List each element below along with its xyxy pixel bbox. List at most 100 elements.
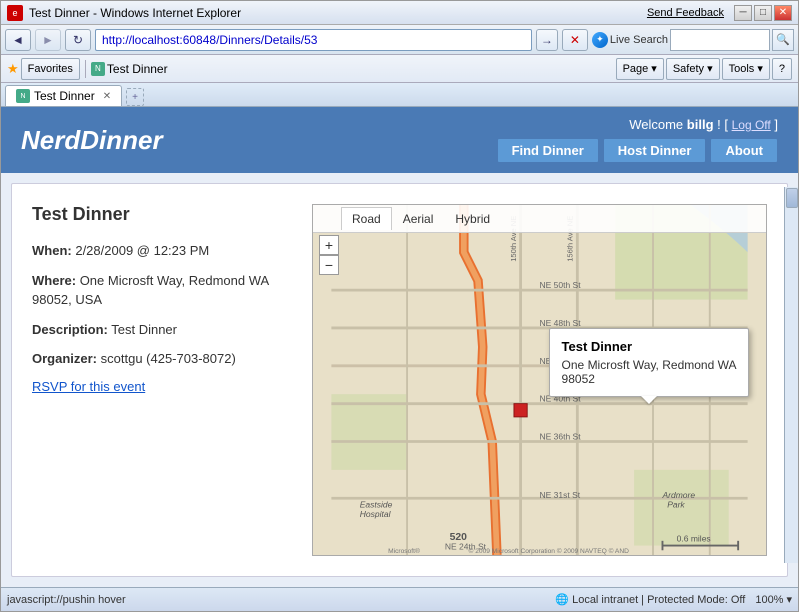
svg-text:NE 36th St: NE 36th St xyxy=(540,432,582,442)
description-field: Description: Test Dinner xyxy=(32,320,292,340)
svg-text:NE 50th St: NE 50th St xyxy=(540,280,582,290)
search-input[interactable] xyxy=(670,29,770,51)
map-tab-aerial[interactable]: Aerial xyxy=(392,207,445,231)
organizer-label: Organizer: xyxy=(32,351,97,366)
page-button[interactable]: Page ▾ xyxy=(616,58,664,80)
go-button[interactable]: → xyxy=(536,29,558,51)
tools-button[interactable]: Tools ▾ xyxy=(722,58,770,80)
toolbar-separator xyxy=(85,60,86,78)
description-label: Description: xyxy=(32,322,108,337)
window-controls: ─ □ ✕ xyxy=(734,5,792,21)
scrollbar[interactable] xyxy=(784,187,798,563)
search-button[interactable]: 🔍 xyxy=(772,29,794,51)
zone-info: 🌐 Local intranet | Protected Mode: Off xyxy=(555,593,745,606)
organizer-value: scottgu (425-703-8072) xyxy=(101,351,236,366)
svg-text:Microsoft®: Microsoft® xyxy=(388,547,420,555)
search-container: ✦ Live Search 🔍 xyxy=(592,29,794,51)
welcome-suffix: ! [ xyxy=(717,117,728,132)
minimize-button[interactable]: ─ xyxy=(734,5,752,21)
zone-text: Local intranet | Protected Mode: Off xyxy=(572,594,745,606)
svg-text:0.6 miles: 0.6 miles xyxy=(677,534,711,544)
status-right: 🌐 Local intranet | Protected Mode: Off 1… xyxy=(555,593,792,606)
tab-title: Test Dinner xyxy=(34,89,95,103)
zoom-level: 100% ▾ xyxy=(755,593,792,606)
find-dinner-button[interactable]: Find Dinner xyxy=(497,138,599,163)
svg-text:Ardmore: Ardmore xyxy=(661,490,695,500)
tab-bar: N Test Dinner ✕ + xyxy=(1,83,798,107)
tab-favicon: N xyxy=(91,62,105,76)
svg-text:© 2009 Microsoft Corporation: © 2009 Microsoft Corporation © 2009 NAVT… xyxy=(469,547,630,555)
tab-close-icon[interactable]: ✕ xyxy=(103,91,111,102)
site-body: Test Dinner When: 2/28/2009 @ 12:23 PM W… xyxy=(1,173,798,587)
safety-button[interactable]: Safety ▾ xyxy=(666,58,720,80)
url-text: http://localhost:60848/Dinners/Details/5… xyxy=(102,33,317,47)
forward-button[interactable]: ► xyxy=(35,29,61,51)
site-title: NerdDinner xyxy=(21,125,163,156)
favorites-button[interactable]: Favorites xyxy=(21,58,80,80)
status-bar: javascript://pushin hover 🌐 Local intran… xyxy=(1,587,798,611)
svg-text:NE 31st St: NE 31st St xyxy=(540,490,581,500)
popup-title: Test Dinner xyxy=(562,339,737,354)
browser-icon: e xyxy=(7,5,23,21)
username-text: billg xyxy=(687,117,714,132)
live-search-label: Live Search xyxy=(610,34,668,46)
svg-text:Eastside: Eastside xyxy=(360,500,393,510)
content-area: Test Dinner When: 2/28/2009 @ 12:23 PM W… xyxy=(11,183,788,577)
close-button[interactable]: ✕ xyxy=(774,5,792,21)
status-text: javascript://pushin hover xyxy=(7,594,547,606)
where-field: Where: One Microsft Way, Redmond WA 9805… xyxy=(32,271,292,310)
svg-text:Park: Park xyxy=(667,500,685,510)
help-button[interactable]: ? xyxy=(772,58,792,80)
tab-label: Test Dinner xyxy=(107,62,168,76)
maximize-button[interactable]: □ xyxy=(754,5,772,21)
where-label: Where: xyxy=(32,273,76,288)
favorites-star-icon: ★ xyxy=(7,61,19,77)
description-value: Test Dinner xyxy=(111,322,177,337)
popup-tail xyxy=(641,396,657,404)
dinner-info: Test Dinner When: 2/28/2009 @ 12:23 PM W… xyxy=(32,204,292,556)
header-right: Welcome billg ! [ Log Off ] Find Dinner … xyxy=(497,117,778,163)
browser-tab-active[interactable]: N Test Dinner ✕ xyxy=(5,85,122,106)
browser-frame: e Test Dinner - Windows Internet Explore… xyxy=(0,0,799,612)
new-tab-button[interactable]: + xyxy=(126,88,144,106)
when-value: 2/28/2009 @ 12:23 PM xyxy=(75,243,209,258)
page-content: NerdDinner Welcome billg ! [ Log Off ] F… xyxy=(1,107,798,587)
browser-toolbar: ★ Favorites N Test Dinner Page ▾ Safety … xyxy=(1,55,798,83)
popup-address-1: One Microsft Way, Redmond WA xyxy=(562,358,737,372)
logoff-bracket: ] xyxy=(774,117,778,132)
address-bar[interactable]: http://localhost:60848/Dinners/Details/5… xyxy=(95,29,532,51)
svg-text:Hospital: Hospital xyxy=(360,509,392,519)
zoom-out-button[interactable]: − xyxy=(319,255,339,275)
svg-text:NE 48th St: NE 48th St xyxy=(540,318,582,328)
send-feedback-link[interactable]: Send Feedback xyxy=(647,7,724,19)
welcome-prefix: Welcome xyxy=(629,117,683,132)
rsvp-link[interactable]: RSVP for this event xyxy=(32,379,292,394)
map-zoom-controls: + − xyxy=(319,235,339,275)
organizer-field: Organizer: scottgu (425-703-8072) xyxy=(32,349,292,369)
host-dinner-button[interactable]: Host Dinner xyxy=(603,138,707,163)
when-field: When: 2/28/2009 @ 12:23 PM xyxy=(32,241,292,261)
logoff-link[interactable]: Log Off xyxy=(732,118,771,132)
back-button[interactable]: ◄ xyxy=(5,29,31,51)
page-tools: Page ▾ Safety ▾ Tools ▾ ? xyxy=(616,58,792,80)
zoom-text: 100% xyxy=(755,594,783,606)
refresh-button[interactable]: ↻ xyxy=(65,29,91,51)
scrollbar-thumb[interactable] xyxy=(786,188,798,208)
welcome-area: Welcome billg ! [ Log Off ] xyxy=(629,117,778,132)
zoom-in-button[interactable]: + xyxy=(319,235,339,255)
title-bar: e Test Dinner - Windows Internet Explore… xyxy=(1,1,798,25)
map-area[interactable]: 520 NE 50th St NE 48th St NE 45th St NE … xyxy=(312,204,767,556)
window-title: Test Dinner - Windows Internet Explorer xyxy=(29,6,641,20)
about-button[interactable]: About xyxy=(710,138,778,163)
live-search-icon: ✦ xyxy=(592,32,608,48)
zoom-dropdown-icon[interactable]: ▾ xyxy=(786,593,792,606)
stop-button[interactable]: ✕ xyxy=(562,29,588,51)
tab-icon: N xyxy=(16,89,30,103)
dinner-title: Test Dinner xyxy=(32,204,292,225)
navigation-bar: ◄ ► ↻ http://localhost:60848/Dinners/Det… xyxy=(1,25,798,55)
when-label: When: xyxy=(32,243,72,258)
map-tab-hybrid[interactable]: Hybrid xyxy=(444,207,501,231)
map-toolbar: Road Aerial Hybrid xyxy=(313,205,766,233)
map-popup: Test Dinner One Microsft Way, Redmond WA… xyxy=(549,328,750,397)
map-tab-road[interactable]: Road xyxy=(341,207,392,230)
